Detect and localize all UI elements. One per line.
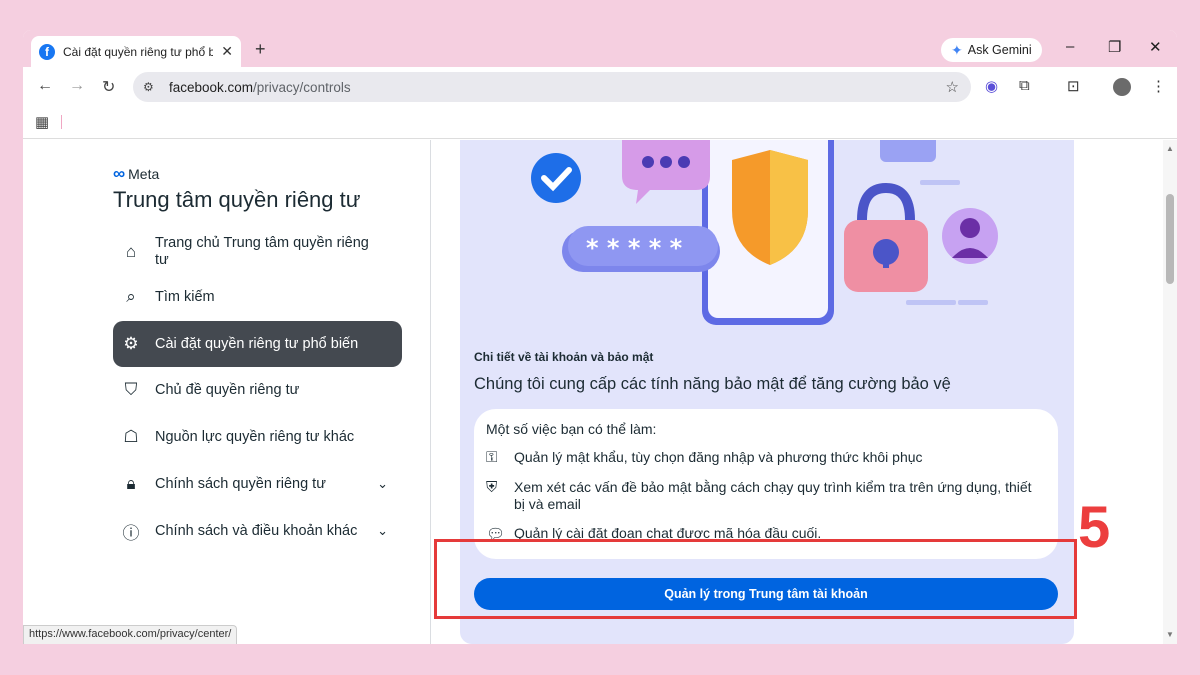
key-icon: ⚿ bbox=[486, 449, 498, 466]
extension-robot-icon[interactable]: ◉ bbox=[985, 77, 998, 95]
privacy-center-sidebar: ∞ Meta Trung tâm quyền riêng tư ⌂ Trang … bbox=[23, 140, 431, 644]
info-icon: ⓘ bbox=[122, 523, 140, 543]
sidebar-item-other-policies[interactable]: ⓘ Chính sách và điều khoản khác ⌄ bbox=[113, 516, 402, 546]
gemini-sparkle-icon: ✦ bbox=[951, 41, 963, 58]
scrollbar-thumb[interactable] bbox=[1166, 194, 1174, 284]
forward-arrow-icon[interactable]: → bbox=[69, 77, 85, 95]
scrollbar[interactable]: ▲ ▼ bbox=[1163, 140, 1177, 644]
meta-infinity-icon: ∞ bbox=[113, 164, 126, 183]
meta-logo[interactable]: ∞ Meta bbox=[113, 164, 159, 184]
bookmarks-bar: ▦ bbox=[23, 107, 1177, 139]
sidebar-item-search[interactable]: ⌕ Tìm kiếm bbox=[113, 282, 402, 312]
scroll-up-arrow-icon[interactable]: ▲ bbox=[1166, 144, 1174, 153]
address-bar[interactable]: ⚙ facebook.com/privacy/controls ☆ bbox=[133, 72, 971, 102]
reload-icon[interactable]: ↻ bbox=[102, 77, 115, 97]
ask-gemini-label: Ask Gemini bbox=[967, 43, 1032, 57]
card-heading: Chúng tôi cung cấp các tính năng bảo mật… bbox=[474, 375, 951, 393]
apps-grid-icon[interactable]: ▦ bbox=[35, 113, 49, 131]
chevron-down-icon[interactable]: ⌄ bbox=[377, 523, 388, 539]
features-box: Một số việc bạn có thể làm: ⚿ Quản lý mậ… bbox=[474, 409, 1058, 559]
close-window-icon[interactable]: ✕ bbox=[1149, 38, 1162, 56]
sidebar-item-label: Chủ đề quyền riêng tư bbox=[155, 381, 300, 398]
sidebar-title: Trung tâm quyền riêng tư bbox=[113, 187, 361, 212]
sidebar-item-label: Chính sách và điều khoản khác bbox=[155, 522, 358, 539]
search-icon: ⌕ bbox=[126, 287, 136, 306]
bookmark-star-icon[interactable]: ☆ bbox=[946, 78, 959, 96]
extensions-puzzle-icon[interactable]: ⧉ bbox=[1019, 77, 1030, 94]
more-menu-icon[interactable]: ⋮ bbox=[1151, 77, 1166, 95]
tab-title: Cài đặt quyền riêng tư phổ biến bbox=[63, 44, 213, 59]
back-arrow-icon[interactable]: ← bbox=[37, 77, 53, 95]
feature-item: ⛨ Xem xét các vấn đề bảo mật bằng cách c… bbox=[486, 479, 1046, 513]
url-path: /privacy/controls bbox=[253, 79, 351, 95]
shield-icon: ⛉ bbox=[124, 380, 138, 399]
step-number: 5 bbox=[1078, 495, 1111, 560]
gear-icon: ⚙ bbox=[123, 334, 139, 353]
minimize-icon[interactable]: – bbox=[1066, 38, 1074, 55]
sidebar-item-privacy-topics[interactable]: ⛉ Chủ đề quyền riêng tư bbox=[113, 375, 402, 405]
browser-tab[interactable]: f Cài đặt quyền riêng tư phổ biến ✕ bbox=[31, 36, 241, 67]
highlight-box bbox=[434, 539, 1077, 619]
incognito-icon: ☖ bbox=[123, 427, 139, 446]
feature-text: Xem xét các vấn đề bảo mật bằng cách chạ… bbox=[514, 479, 1032, 512]
feature-item: ⚿ Quản lý mật khẩu, tùy chọn đăng nhập v… bbox=[486, 449, 1046, 466]
sidebar-item-label: Trang chủ Trung tâm quyền riêng tư bbox=[155, 235, 369, 268]
facebook-favicon-icon: f bbox=[39, 43, 55, 60]
site-info-icon[interactable]: ⚙ bbox=[143, 80, 163, 94]
features-title: Một số việc bạn có thể làm: bbox=[486, 421, 657, 437]
sidebar-item-label: Chính sách quyền riêng tư bbox=[155, 475, 326, 492]
card-kicker: Chi tiết về tài khoản và bảo mật bbox=[474, 350, 654, 364]
bookmarks-separator bbox=[61, 115, 62, 129]
url-domain: facebook.com bbox=[169, 79, 254, 95]
close-tab-icon[interactable]: ✕ bbox=[221, 43, 233, 60]
sidebar-item-common-settings[interactable]: ⚙ Cài đặt quyền riêng tư phổ biến bbox=[113, 321, 402, 367]
search-tabs-icon[interactable]: ⊡ bbox=[1067, 77, 1080, 95]
scroll-down-arrow-icon[interactable]: ▼ bbox=[1166, 630, 1174, 639]
ask-gemini-button[interactable]: ✦ Ask Gemini bbox=[941, 38, 1042, 62]
svg-text:* * * * *: * * * * * bbox=[586, 234, 683, 262]
new-tab-button[interactable]: + bbox=[255, 39, 266, 60]
restore-icon[interactable]: ❐ bbox=[1108, 38, 1121, 56]
sidebar-item-label: Tìm kiếm bbox=[155, 288, 215, 305]
lock-icon: 🔒︎ bbox=[126, 474, 136, 493]
security-illustration: * * * * * bbox=[531, 140, 998, 325]
chevron-down-icon[interactable]: ⌄ bbox=[377, 476, 388, 492]
sidebar-item-privacy-policy[interactable]: 🔒︎ Chính sách quyền riêng tư ⌄ bbox=[113, 469, 402, 499]
status-bar-url: https://www.facebook.com/privacy/center/ bbox=[23, 625, 238, 644]
shield-check-icon: ⛨ bbox=[486, 479, 498, 496]
profile-avatar[interactable] bbox=[1113, 78, 1131, 96]
meta-brand-label: Meta bbox=[128, 166, 160, 182]
sidebar-item-home[interactable]: ⌂ Trang chủ Trung tâm quyền riêng tư bbox=[113, 232, 402, 272]
sidebar-item-label: Nguồn lực quyền riêng tư khác bbox=[155, 428, 355, 445]
tab-strip: f Cài đặt quyền riêng tư phổ biến ✕ + ✦ … bbox=[23, 30, 1177, 67]
sidebar-item-label: Cài đặt quyền riêng tư phổ biến bbox=[155, 335, 359, 352]
feature-text: Quản lý mật khẩu, tùy chọn đăng nhập và … bbox=[514, 449, 923, 465]
browser-toolbar: ← → ↻ ⚙ facebook.com/privacy/controls ☆ … bbox=[23, 67, 1177, 107]
home-icon: ⌂ bbox=[125, 242, 137, 261]
sidebar-item-other-resources[interactable]: ☖ Nguồn lực quyền riêng tư khác bbox=[113, 422, 402, 452]
